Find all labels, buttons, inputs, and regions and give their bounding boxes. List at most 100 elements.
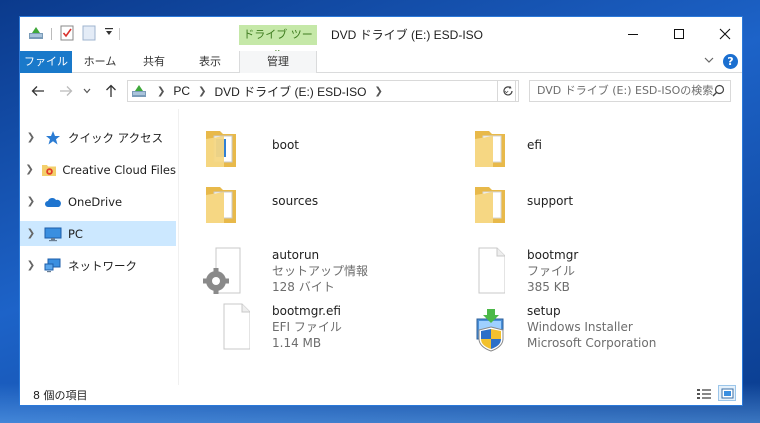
title-bar: ドライブ ツール DVD ドライブ (E:) ESD-ISO: [20, 17, 742, 61]
onedrive-cloud-icon: [43, 193, 63, 211]
file-name: boot: [272, 138, 300, 152]
expand-chevron-icon[interactable]: ❯: [20, 164, 39, 175]
recent-locations-chevron-icon[interactable]: [78, 82, 96, 100]
folder-icon: [475, 187, 505, 223]
window-title: DVD ドライブ (E:) ESD-ISO: [331, 28, 484, 42]
minimize-button[interactable]: [610, 21, 656, 47]
file-item-sources[interactable]: sources: [202, 179, 452, 231]
status-bar: 8 個の項目: [20, 383, 742, 406]
quick-access-separator-2: [119, 28, 120, 40]
drive-tools-context-tab: ドライブ ツール: [239, 25, 317, 61]
file-item-setup[interactable]: setup Windows Installer Microsoft Corpor…: [457, 303, 707, 355]
item-count: 8 個の項目: [33, 389, 88, 402]
customize-quick-access-icon[interactable]: [104, 27, 114, 37]
file-text: support: [527, 193, 573, 209]
file-item-bootmgr-efi[interactable]: bootmgr.efi EFI ファイル 1.14 MB: [202, 303, 452, 355]
file-name: setup: [527, 304, 561, 318]
navigation-pane: ❯ クイック アクセス ❯ Creative Cloud Files ❯ One…: [20, 117, 180, 379]
refresh-button[interactable]: [497, 80, 519, 102]
folder-icon: [206, 131, 236, 167]
installer-shield-icon: [476, 309, 504, 352]
properties-icon[interactable]: [60, 25, 74, 41]
file-item-boot[interactable]: boot: [202, 123, 452, 175]
details-view-icon[interactable]: [696, 387, 712, 404]
file-name: autorun: [272, 248, 320, 262]
breadcrumb-chevron-icon: ❯: [374, 85, 383, 97]
search-input[interactable]: DVD ドライブ (E:) ESD-ISOの検索: [529, 80, 731, 102]
file-name: bootmgr: [527, 248, 579, 262]
file-list: boot efi sources support autorun セットアップ情…: [180, 109, 744, 385]
nav-item-creative-cloud-files[interactable]: ❯ Creative Cloud Files: [20, 157, 176, 182]
folder-icon: [475, 131, 505, 167]
folder-icon: [206, 187, 236, 223]
expand-chevron-icon[interactable]: ❯: [20, 228, 42, 239]
file-name: support: [527, 194, 574, 208]
address-bar[interactable]: ❯ PC ❯ DVD ドライブ (E:) ESD-ISO ❯ ⌄: [127, 80, 516, 102]
file-text: efi: [527, 137, 542, 153]
forward-arrow-icon[interactable]: [57, 82, 75, 100]
address-row: ❯ PC ❯ DVD ドライブ (E:) ESD-ISO ❯ ⌄ DVD ドライ…: [20, 73, 742, 109]
drive-icon: [131, 83, 149, 99]
nav-item-pc[interactable]: ❯ PC: [20, 221, 176, 246]
file-type: セットアップ情報: [272, 264, 369, 278]
settings-file-icon: [203, 247, 241, 294]
up-arrow-icon[interactable]: [102, 82, 120, 100]
pane-divider: [178, 109, 179, 385]
nav-item-label: OneDrive: [68, 194, 123, 209]
file-size: 128 バイト: [272, 280, 335, 294]
tab-home[interactable]: ホーム: [78, 51, 122, 73]
file-item-autorun[interactable]: autorun セットアップ情報 128 バイト: [202, 247, 452, 299]
creative-cloud-folder-icon: [40, 161, 57, 179]
nav-item-label: PC: [68, 226, 83, 241]
nav-item-label: ネットワーク: [68, 258, 137, 273]
nav-item-network[interactable]: ❯ ネットワーク: [20, 253, 176, 278]
explorer-window: ドライブ ツール DVD ドライブ (E:) ESD-ISO ファイル ホーム …: [19, 16, 743, 406]
file-text: autorun セットアップ情報 128 バイト: [272, 247, 368, 295]
blank-file-icon: [478, 247, 505, 294]
file-item-bootmgr[interactable]: bootmgr ファイル 385 KB: [457, 247, 707, 299]
nav-item-onedrive[interactable]: ❯ OneDrive: [20, 189, 176, 214]
close-button[interactable]: [702, 21, 748, 47]
expand-chevron-icon[interactable]: ❯: [20, 196, 42, 207]
quick-access-separator: [51, 28, 52, 40]
file-text: boot: [272, 137, 299, 153]
file-type: EFI ファイル: [272, 320, 342, 334]
help-icon[interactable]: ?: [723, 54, 738, 69]
expand-chevron-icon[interactable]: ❯: [20, 132, 42, 143]
tab-file[interactable]: ファイル: [20, 51, 72, 73]
tab-share[interactable]: 共有: [132, 51, 176, 73]
breadcrumb-pc[interactable]: PC: [173, 84, 190, 98]
network-icon: [43, 257, 63, 275]
blank-file-icon: [223, 303, 250, 350]
ribbon-tab-bar: ファイル ホーム 共有 表示 管理 ?: [20, 51, 742, 74]
large-icons-view-icon[interactable]: [718, 385, 736, 401]
file-size: 1.14 MB: [272, 336, 322, 350]
breadcrumb-chevron-icon: ❯: [198, 85, 207, 97]
file-text: bootmgr ファイル 385 KB: [527, 247, 578, 295]
new-folder-icon[interactable]: [82, 25, 96, 41]
file-text: bootmgr.efi EFI ファイル 1.14 MB: [272, 303, 342, 351]
file-item-support[interactable]: support: [457, 179, 707, 231]
file-name: efi: [527, 138, 542, 152]
file-company: Microsoft Corporation: [527, 336, 657, 350]
nav-item-label: Creative Cloud Files: [62, 162, 176, 177]
app-drive-icon[interactable]: [28, 25, 44, 41]
expand-chevron-icon[interactable]: ❯: [20, 260, 42, 271]
expand-ribbon-chevron-icon[interactable]: [703, 54, 715, 69]
tab-manage[interactable]: 管理: [239, 51, 317, 74]
breadcrumb-chevron-icon: ❯: [157, 85, 166, 97]
file-type: ファイル: [527, 264, 576, 278]
star-icon: [43, 129, 63, 147]
search-icon[interactable]: [712, 84, 725, 104]
nav-item-quick-access[interactable]: ❯ クイック アクセス: [20, 125, 176, 150]
search-placeholder: DVD ドライブ (E:) ESD-ISOの検索: [537, 84, 714, 97]
maximize-button[interactable]: [656, 21, 702, 47]
file-description: Windows Installer: [527, 320, 633, 334]
breadcrumb-dvd-drive[interactable]: DVD ドライブ (E:) ESD-ISO: [214, 83, 366, 100]
file-text: sources: [272, 193, 318, 209]
tab-view[interactable]: 表示: [188, 51, 232, 73]
file-size: 385 KB: [527, 280, 570, 294]
file-item-efi[interactable]: efi: [457, 123, 707, 175]
file-text: setup Windows Installer Microsoft Corpor…: [527, 303, 656, 351]
back-arrow-icon[interactable]: [29, 82, 47, 100]
